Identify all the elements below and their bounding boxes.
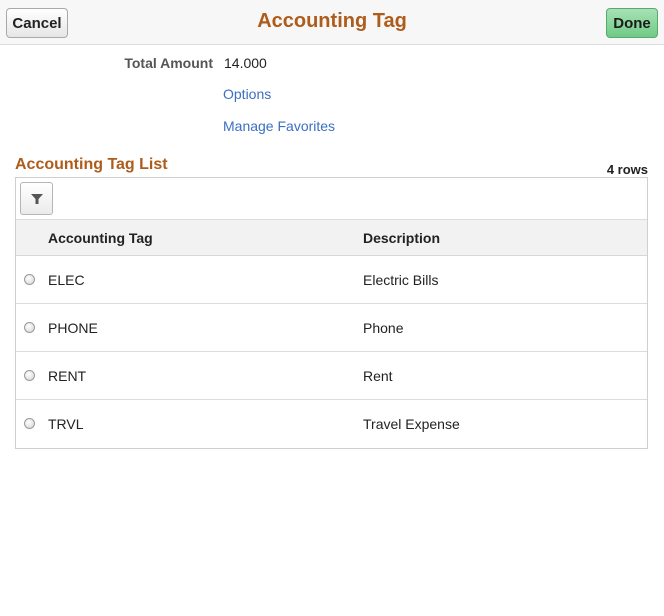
table-row[interactable]: RENT Rent — [16, 352, 647, 400]
options-link[interactable]: Options — [223, 86, 271, 102]
column-header-description: Description — [363, 230, 441, 246]
table-row[interactable]: ELEC Electric Bills — [16, 256, 647, 304]
total-amount-value: 14.000 — [224, 55, 267, 71]
column-header-accounting-tag: Accounting Tag — [48, 230, 153, 246]
done-button[interactable]: Done — [606, 8, 658, 38]
grid-rows: ELEC Electric Bills PHONE Phone RENT Ren… — [16, 256, 647, 448]
row-count: 4 rows — [606, 162, 648, 177]
table-row[interactable]: TRVL Travel Expense — [16, 400, 647, 448]
header-bar: Cancel Accounting Tag Done — [0, 0, 664, 45]
total-amount-label: Total Amount — [124, 55, 213, 71]
cell-accounting-tag: PHONE — [48, 320, 98, 336]
cell-accounting-tag: RENT — [48, 368, 87, 384]
cell-accounting-tag: TRVL — [48, 416, 84, 432]
manage-favorites-link[interactable]: Manage Favorites — [223, 118, 335, 134]
grid-toolbar — [16, 178, 647, 220]
row-radio-button[interactable] — [24, 370, 35, 381]
column-header-row: Accounting Tag Description — [16, 220, 647, 256]
cell-description: Travel Expense — [363, 416, 460, 432]
section-title: Accounting Tag List — [15, 156, 168, 173]
accounting-tag-grid: Accounting Tag Description ELEC Electric… — [15, 177, 648, 449]
page-title: Accounting Tag — [257, 10, 407, 32]
row-radio-button[interactable] — [24, 418, 35, 429]
cell-description: Electric Bills — [363, 272, 439, 288]
row-radio-button[interactable] — [24, 322, 35, 333]
cell-accounting-tag: ELEC — [48, 272, 85, 288]
table-row[interactable]: PHONE Phone — [16, 304, 647, 352]
row-radio-button[interactable] — [24, 274, 35, 285]
filter-icon — [30, 193, 43, 204]
filter-button[interactable] — [20, 182, 53, 215]
cell-description: Rent — [363, 368, 393, 384]
cell-description: Phone — [363, 320, 404, 336]
